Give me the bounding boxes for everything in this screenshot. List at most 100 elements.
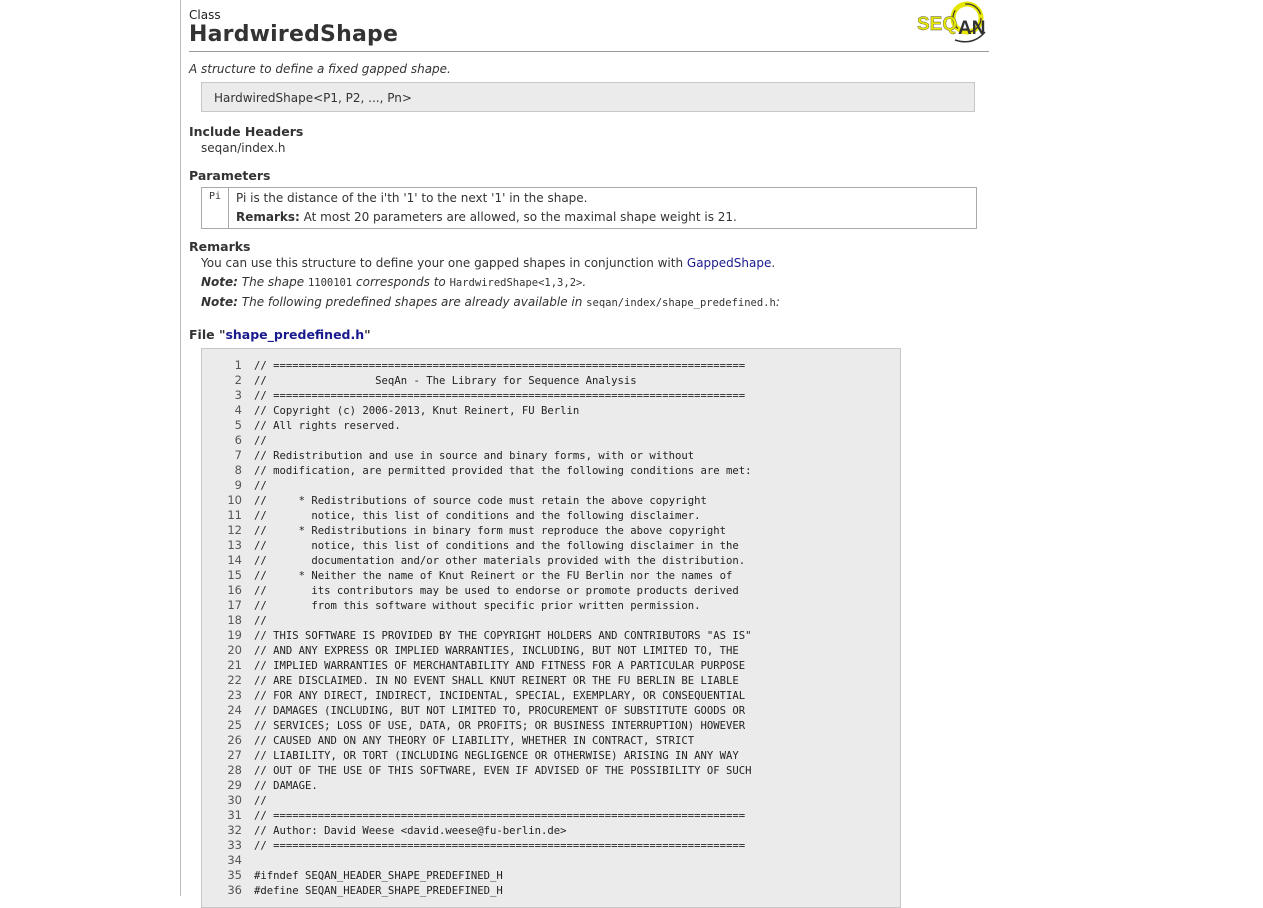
svg-text:SEQ: SEQ	[917, 14, 957, 35]
line-number: 27	[227, 748, 242, 762]
note-text: :	[775, 295, 780, 309]
note-text: The following predefined shapes are alre…	[237, 295, 587, 309]
code-line: 26 // CAUSED AND ON ANY THEORY OF LIABILI…	[202, 733, 694, 748]
code-text: // DAMAGE.	[254, 780, 318, 792]
line-number: 11	[227, 508, 242, 522]
line-number: 32	[227, 823, 242, 837]
line-number: 19	[227, 628, 242, 642]
line-number: 34	[227, 853, 242, 867]
code-text: //	[254, 480, 267, 492]
line-number: 20	[227, 643, 242, 657]
line-number: 14	[227, 553, 242, 567]
note-code: seqan/index/shape_predefined.h	[586, 297, 776, 309]
code-text: // OUT OF THE USE OF THIS SOFTWARE, EVEN…	[254, 765, 752, 777]
code-text: #ifndef SEQAN_HEADER_SHAPE_PREDEFINED_H	[254, 870, 503, 882]
parameters-table: Pi Pi is the distance of the i'th '1' to…	[201, 187, 977, 229]
code-text: //	[254, 795, 267, 807]
line-number: 5	[234, 418, 242, 432]
code-line: 23 // FOR ANY DIRECT, INDIRECT, INCIDENTA…	[202, 688, 745, 703]
code-text: // notice, this list of conditions and t…	[254, 540, 739, 552]
code-line: 17 // from this software without specific…	[202, 598, 700, 613]
seqan-logo[interactable]: SEQ AN	[915, 0, 989, 48]
code-text: // DAMAGES (INCLUDING, BUT NOT LIMITED T…	[254, 705, 746, 717]
code-text: // AND ANY EXPRESS OR IMPLIED WARRANTIES…	[254, 645, 739, 657]
include-header-value: seqan/index.h	[201, 141, 286, 155]
code-line: 15 // * Neither the name of Knut Reinert …	[202, 568, 732, 583]
note-text: corresponds to	[352, 275, 450, 289]
line-number: 1	[234, 358, 242, 372]
class-brief: A structure to define a fixed gapped sha…	[189, 62, 451, 76]
line-number: 35	[227, 868, 242, 882]
include-headers-heading: Include Headers	[189, 124, 304, 139]
code-text: // =====================================…	[254, 840, 746, 852]
code-line: 8 // modification, are permitted provided…	[202, 463, 752, 478]
code-line: 33 // ===================================…	[202, 838, 745, 853]
line-number: 15	[227, 568, 242, 582]
line-number: 28	[227, 763, 242, 777]
file-link[interactable]: shape_predefined.h	[225, 327, 364, 342]
parameters-heading: Parameters	[189, 168, 271, 183]
code-line: 7 // Redistribution and use in source and…	[202, 448, 694, 463]
code-line: 13 // notice, this list of conditions and…	[202, 538, 739, 553]
line-number: 8	[234, 463, 242, 477]
code-line: 22 // ARE DISCLAIMED. IN NO EVENT SHALL K…	[202, 673, 739, 688]
line-number: 9	[234, 478, 242, 492]
code-text: // All rights reserved.	[254, 420, 401, 432]
line-number: 3	[234, 388, 242, 402]
line-number: 16	[227, 583, 242, 597]
code-line: 27 // LIABILITY, OR TORT (INCLUDING NEGLI…	[202, 748, 738, 763]
code-line: 5 // All rights reserved.	[202, 418, 401, 433]
file-heading: File "shape_predefined.h"	[189, 327, 371, 342]
note-text: The shape	[237, 275, 308, 289]
code-line: 12 // * Redistributions in binary form mu…	[202, 523, 726, 538]
gappedshape-link[interactable]: GappedShape	[687, 256, 771, 270]
code-line: 30 //	[202, 793, 267, 808]
code-line: 4 // Copyright (c) 2006-2013, Knut Reiner…	[202, 403, 580, 418]
param-remark-label: Remarks:	[236, 210, 300, 224]
code-text: // notice, this list of conditions and t…	[254, 510, 701, 522]
code-text: // Redistribution and use in source and …	[254, 450, 695, 462]
remarks-line: You can use this structure to define you…	[201, 256, 775, 270]
code-line: 11 // notice, this list of conditions and…	[202, 508, 700, 523]
code-text: // its contributors may be used to endor…	[254, 585, 739, 597]
line-number: 30	[227, 793, 242, 807]
code-text: // =====================================…	[254, 810, 746, 822]
seqan-logo-graphic: SEQ AN	[917, 1, 986, 43]
param-description: Pi is the distance of the i'th '1' to th…	[236, 191, 588, 205]
line-number: 12	[227, 523, 242, 537]
source-code-box: 1 // ====================================…	[201, 348, 901, 908]
code-line: 16 // its contributors may be used to end…	[202, 583, 739, 598]
code-text: // ARE DISCLAIMED. IN NO EVENT SHALL KNU…	[254, 675, 739, 687]
line-number: 6	[234, 433, 242, 447]
note-label: Note:	[201, 295, 238, 309]
code-text: // FOR ANY DIRECT, INDIRECT, INCIDENTAL,…	[254, 690, 746, 702]
class-kind-label: Class	[189, 8, 221, 22]
code-line: 32 // Author: David Weese <david.weese@fu…	[202, 823, 566, 838]
note-predefined: Note: The following predefined shapes ar…	[201, 295, 780, 309]
sidebar-divider	[180, 0, 181, 896]
line-number: 25	[227, 718, 242, 732]
code-text: // Copyright (c) 2006-2013, Knut Reinert…	[254, 405, 580, 417]
line-number: 10	[227, 493, 242, 507]
signature-text: HardwiredShape<P1, P2, ..., Pn>	[214, 91, 412, 105]
page-title: HardwiredShape	[189, 22, 399, 47]
file-heading-prefix: File "	[189, 327, 226, 342]
code-line: 1 // ====================================…	[202, 358, 745, 373]
code-line: 14 // documentation and/or other material…	[202, 553, 745, 568]
code-line: 20 // AND ANY EXPRESS OR IMPLIED WARRANTI…	[202, 643, 739, 658]
code-line: 35 #ifndef SEQAN_HEADER_SHAPE_PREDEFINED_…	[202, 868, 503, 883]
code-text: // IMPLIED WARRANTIES OF MERCHANTABILITY…	[254, 660, 746, 672]
code-text: // * Neither the name of Knut Reinert or…	[254, 570, 733, 582]
line-number: 4	[234, 403, 242, 417]
code-line: 24 // DAMAGES (INCLUDING, BUT NOT LIMITED…	[202, 703, 745, 718]
remarks-line-prefix: You can use this structure to define you…	[201, 256, 687, 270]
code-line: 34	[202, 853, 254, 868]
code-text: // =====================================…	[254, 390, 746, 402]
code-line: 31 // ===================================…	[202, 808, 745, 823]
note-code: HardwiredShape<1,3,2>	[449, 277, 583, 289]
line-number: 18	[227, 613, 242, 627]
code-line: 2 // SeqAn - The Library for Sequence Ana…	[202, 373, 637, 388]
code-line: 21 // IMPLIED WARRANTIES OF MERCHANTABILI…	[202, 658, 745, 673]
code-text: // * Redistributions of source code must…	[254, 495, 707, 507]
line-number: 2	[234, 373, 242, 387]
